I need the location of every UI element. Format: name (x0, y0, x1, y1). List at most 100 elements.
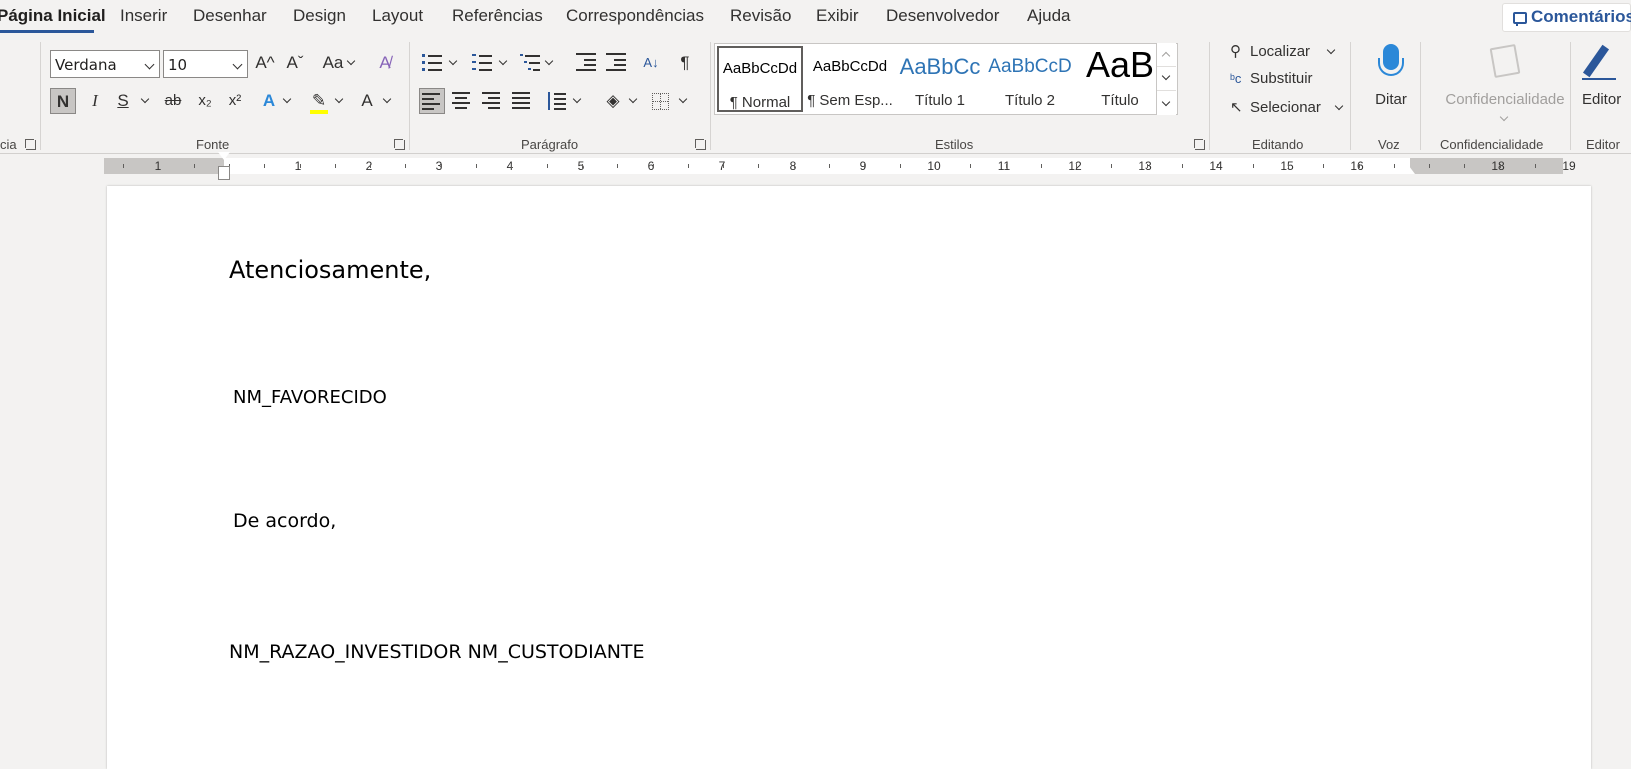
replace-label: Substituir (1250, 70, 1313, 87)
sensitivity-icon (1489, 43, 1521, 79)
shading-button[interactable]: ◈ (600, 88, 626, 114)
clipboard-launcher-icon[interactable] (25, 139, 36, 150)
group-separator (1350, 42, 1351, 150)
ruler-tick (723, 164, 725, 168)
paragraph-launcher-icon[interactable] (695, 139, 706, 150)
dictate-button[interactable]: Ditar (1366, 42, 1416, 132)
sort-icon: A↓ (643, 55, 659, 70)
tab-desenvolvedor[interactable]: Desenvolvedor (886, 6, 999, 26)
scroll-up-button[interactable] (1157, 43, 1176, 67)
tab-design[interactable]: Design (293, 6, 346, 26)
font-launcher-icon[interactable] (394, 139, 405, 150)
justify-icon[interactable] (512, 92, 534, 110)
underline-button[interactable]: S (110, 88, 136, 114)
style-no-spacing[interactable]: AaBbCcDd ¶ Sem Esp... (807, 46, 893, 112)
borders-icon[interactable] (652, 93, 669, 110)
bullets-icon[interactable] (422, 53, 444, 71)
right-indent-marker[interactable] (1403, 166, 1415, 174)
sort-button[interactable]: A↓ (638, 50, 664, 76)
style-name: ¶ Sem Esp... (807, 92, 893, 109)
left-indent-marker[interactable] (218, 166, 230, 180)
ruler-tick (299, 164, 301, 168)
chevron-up-icon (1161, 51, 1171, 61)
multilevel-list-icon[interactable] (520, 53, 542, 71)
tab-ajuda[interactable]: Ajuda (1027, 6, 1070, 26)
clear-formatting-button[interactable]: A̸ (372, 50, 398, 76)
grow-font-button[interactable]: A^ (252, 50, 278, 76)
clear-formatting-icon: A̸ (379, 53, 391, 72)
numbering-icon[interactable] (472, 53, 494, 71)
text-effects-button[interactable]: A (256, 88, 282, 114)
chevron-down-icon (232, 59, 243, 70)
style-normal[interactable]: AaBbCcDd ¶ Normal (717, 46, 803, 112)
style-title[interactable]: AaB Título (1077, 44, 1163, 112)
change-case-button[interactable]: Aa (318, 50, 348, 76)
line-spacing-icon[interactable] (546, 92, 568, 110)
shrink-font-button[interactable]: Aˇ (282, 50, 308, 76)
select-label: Selecionar (1250, 99, 1321, 116)
find-button[interactable]: ⚲ Localizar (1230, 42, 1336, 60)
highlight-button[interactable]: ✎ (306, 88, 332, 114)
tab-referencias[interactable]: Referências (452, 6, 543, 26)
cursor-arrow-icon: ↖ (1230, 99, 1243, 116)
style-heading-2[interactable]: AaBbCcD Título 2 (987, 46, 1073, 112)
doc-line-favorecido[interactable]: NM_FAVORECIDO (233, 387, 387, 408)
chevron-down-icon (572, 94, 582, 104)
ruler-tick (934, 164, 936, 168)
font-color-icon: A (361, 91, 373, 110)
ruler-tick (440, 164, 442, 168)
align-center-icon[interactable] (452, 92, 474, 110)
superscript-icon: x² (228, 92, 242, 109)
font-color-button[interactable]: A (354, 88, 380, 114)
tab-exibir[interactable]: Exibir (816, 6, 859, 26)
horizontal-ruler[interactable]: 1 1 2 3 4 5 6 7 8 9 10 11 12 13 14 15 16… (104, 158, 1576, 174)
superscript-button[interactable]: x² (222, 88, 248, 114)
select-button[interactable]: ↖ Selecionar (1230, 98, 1344, 116)
tab-desenhar[interactable]: Desenhar (193, 6, 267, 26)
editor-button[interactable]: Editor (1578, 42, 1631, 132)
replace-button[interactable]: ᵇc Substituir (1230, 70, 1313, 87)
tab-layout[interactable]: Layout (372, 6, 423, 26)
ruler-tick (864, 164, 866, 168)
chevron-down-icon (144, 59, 155, 70)
tab-revisao[interactable]: Revisão (730, 6, 791, 26)
ruler-left-margin (104, 158, 224, 174)
scroll-down-button[interactable] (1157, 67, 1176, 91)
sensitivity-button[interactable]: Confidencialidade (1430, 42, 1580, 132)
ruler-number: 2 (365, 159, 373, 173)
style-heading-1[interactable]: AaBbCc Título 1 (897, 46, 983, 112)
tab-inserir[interactable]: Inserir (120, 6, 167, 26)
styles-gallery: AaBbCcDd ¶ Normal AaBbCcDd ¶ Sem Esp... … (714, 43, 1178, 115)
italic-button[interactable]: I (82, 88, 108, 114)
ruler-tick (1146, 164, 1148, 168)
ruler-number: 18 (1491, 159, 1505, 173)
doc-line-parties[interactable]: NM_RAZAO_INVESTIDOR NM_CUSTODIANTE (229, 641, 645, 663)
paint-bucket-icon: ◈ (606, 91, 620, 110)
comment-icon (1513, 12, 1527, 26)
increase-indent-icon[interactable] (606, 53, 628, 71)
show-marks-button[interactable]: ¶ (672, 50, 698, 76)
subscript-button[interactable]: x₂ (192, 88, 218, 114)
doc-line-agreement[interactable]: De acordo, (233, 510, 336, 532)
ruler-tick (1182, 164, 1183, 168)
font-name-combo[interactable]: Verdana (50, 50, 160, 78)
tab-pagina-inicial[interactable]: Página Inicial (0, 6, 106, 26)
editor-pen-icon (1582, 44, 1610, 78)
decrease-indent-icon[interactable] (576, 53, 598, 71)
strikethrough-button[interactable]: ab (160, 88, 186, 114)
doc-line-closing[interactable]: Atenciosamente, (229, 256, 431, 284)
styles-launcher-icon[interactable] (1194, 139, 1205, 150)
style-preview: AaBbCcDd (722, 60, 798, 77)
comments-button[interactable]: Comentários (1502, 3, 1631, 32)
ruler-tick (617, 164, 619, 168)
chevron-down-icon (282, 94, 292, 104)
more-styles-button[interactable] (1157, 91, 1176, 115)
document-page[interactable]: Atenciosamente, NM_FAVORECIDO De acordo,… (107, 186, 1591, 769)
font-size-combo[interactable]: 10 (163, 50, 248, 78)
first-line-indent-marker[interactable] (218, 152, 230, 160)
bold-button[interactable]: N (50, 88, 76, 114)
ruler-tick (652, 164, 654, 168)
tab-correspondencias[interactable]: Correspondências (566, 6, 704, 26)
align-left-button[interactable] (419, 88, 445, 114)
align-right-icon[interactable] (482, 92, 504, 110)
